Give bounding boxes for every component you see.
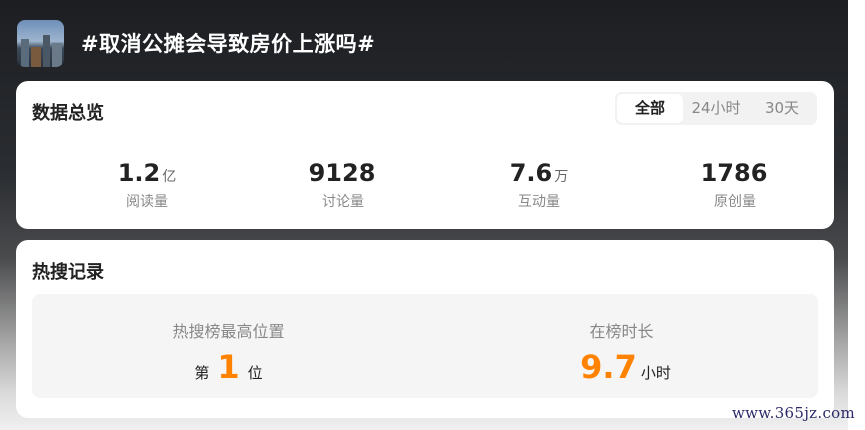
stat-reads-unit: 亿 (162, 169, 177, 185)
stat-interactions: 7.6 万 互动量 (441, 159, 637, 211)
stats-row: 1.2 亿 阅读量 9128 讨论量 7.6 万 互动量 1786 原创量 (16, 159, 834, 211)
stat-discussions-label: 讨论量 (322, 194, 364, 210)
hot-search-record-box: 热搜榜最高位置 第 1 位 在榜时长 9.7 小时 (32, 294, 818, 398)
stat-discussions: 9128 讨论量 (245, 159, 441, 211)
topic-thumbnail (17, 19, 64, 67)
tab-30d[interactable]: 30天 (749, 94, 815, 123)
topic-header: #取消公摊会导致房价上涨吗# (17, 18, 375, 68)
highest-position-label: 热搜榜最高位置 (172, 322, 285, 341)
topic-title: #取消公摊会导致房价上涨吗# (81, 32, 376, 56)
on-list-duration-suffix: 小时 (640, 364, 671, 382)
highest-position-suffix: 位 (247, 364, 263, 382)
on-list-duration-value: 9.7 (580, 348, 637, 386)
stat-reads-value: 1.2 (117, 159, 161, 187)
stat-originals-value: 1786 (700, 159, 768, 187)
on-list-duration: 在榜时长 9.7 小时 (425, 294, 818, 398)
highest-position-value: 1 (217, 348, 240, 386)
highest-position-prefix: 第 (194, 364, 210, 382)
site-watermark: www.365jz.com (731, 404, 855, 422)
stat-originals-label: 原创量 (714, 194, 756, 210)
on-list-duration-label: 在榜时长 (589, 322, 654, 341)
hot-search-card: 热搜记录 热搜榜最高位置 第 1 位 在榜时长 9.7 小时 (16, 240, 834, 418)
overview-title: 数据总览 (32, 103, 104, 124)
stat-interactions-label: 互动量 (518, 194, 560, 210)
stat-reads: 1.2 亿 阅读量 (49, 159, 245, 211)
hot-search-title: 热搜记录 (32, 262, 104, 283)
highest-position: 热搜榜最高位置 第 1 位 (32, 294, 425, 398)
tab-all[interactable]: 全部 (617, 94, 683, 123)
stat-interactions-unit: 万 (554, 169, 569, 185)
tab-24h[interactable]: 24小时 (683, 94, 749, 123)
stat-reads-label: 阅读量 (126, 194, 168, 210)
stat-discussions-value: 9128 (308, 159, 376, 187)
stat-interactions-value: 7.6 (509, 159, 553, 187)
overview-card: 数据总览 全部 24小时 30天 1.2 亿 阅读量 9128 讨论量 7.6 万 … (16, 81, 834, 229)
time-range-tabs: 全部 24小时 30天 (615, 92, 817, 125)
stat-originals: 1786 原创量 (637, 159, 833, 211)
